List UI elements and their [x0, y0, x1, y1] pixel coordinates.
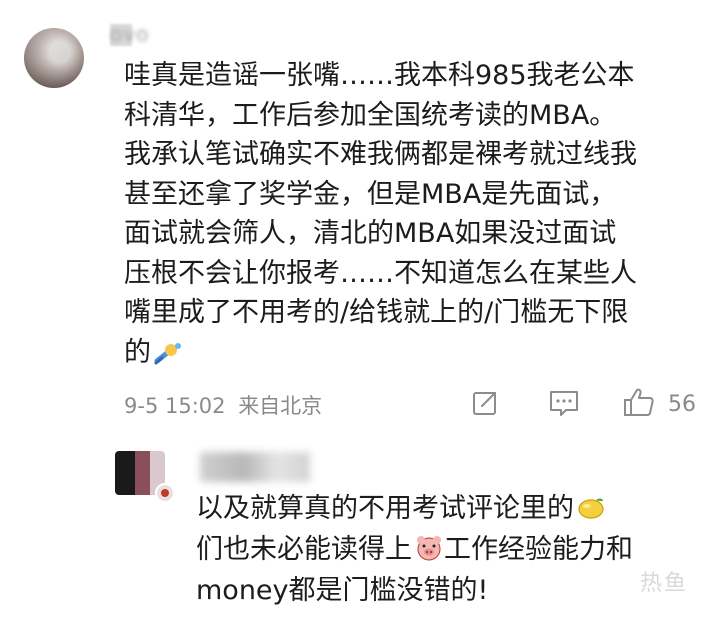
share-icon	[473, 392, 496, 415]
reply-line-1: 以及就算真的不用考试评论里的	[196, 488, 666, 529]
thumbs-up-icon	[624, 388, 654, 416]
badge-icon	[155, 483, 175, 503]
comment-meta: 9-5 15:02 来自北京	[124, 390, 322, 420]
comment-text: 哇真是造谣一张嘴……我本科985我老公本 科清华，工作后参加全国统考读的MBA。…	[124, 56, 704, 372]
comment-line: 科清华，工作后参加全国统考读的MBA。	[124, 99, 617, 131]
comment-location: 来自北京	[238, 394, 323, 418]
reply-line: 以及就算真的不用考试评论里的	[196, 493, 574, 524]
reply-text: 以及就算真的不用考试评论里的 们也未必能读得上 工作经验能力和 money都是门…	[196, 488, 666, 611]
comment-line: 嘴里成了不用考的/给钱就上的/门槛无下限	[124, 297, 629, 328]
pig-icon	[417, 536, 441, 561]
reply-line-2: 们也未必能读得上 工作经验能力和	[196, 529, 666, 570]
comment-line: 面试就会筛人，清北的MBA如果没过面试	[124, 218, 617, 249]
comment-line: 哇真是造谣一张嘴……我本科985我老公本	[124, 60, 635, 91]
comment-line: 甚至还拿了奖学金，但是MBA是先面试，	[124, 178, 617, 210]
reply-line: 们也未必能读得上	[196, 534, 412, 565]
reply-line: 工作经验能力和	[444, 534, 633, 565]
comment-line: 我承认笔试确实不难我俩都是裸考就过线我	[124, 139, 637, 170]
comment-date: 9-5 15:02	[124, 394, 226, 418]
reply-button[interactable]	[548, 388, 580, 418]
like-button[interactable]	[622, 386, 656, 418]
comment-line: 压根不会让你报考……不知道怎么在某些人	[124, 257, 637, 289]
comment-line: 的	[124, 336, 151, 368]
watermark: 热鱼	[640, 571, 689, 596]
like-count: 56	[668, 392, 696, 417]
commenter-avatar[interactable]	[24, 28, 84, 88]
share-button[interactable]	[470, 388, 500, 418]
commenter-username[interactable]: ovo	[110, 22, 250, 48]
reply-line: money都是门槛没错的!	[196, 575, 489, 606]
comment-icon	[550, 391, 578, 416]
sweat-emoji-icon	[154, 342, 181, 364]
replier-username-blur	[200, 452, 310, 482]
comment-last-line: 的	[124, 333, 704, 373]
lemon-icon	[578, 498, 604, 519]
